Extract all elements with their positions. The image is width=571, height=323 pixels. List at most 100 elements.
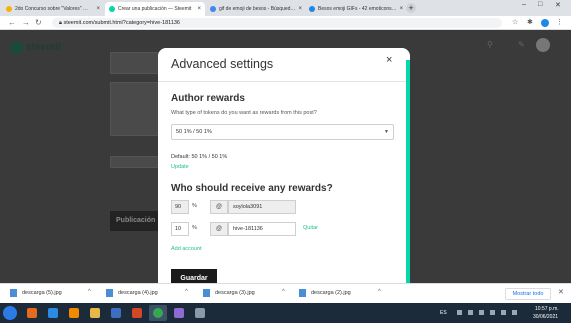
tags-field-background: [110, 156, 160, 168]
downloads-bar: descarga (5).jpg ^ descarga (4).jpg ^ de…: [0, 283, 571, 303]
beneficiary-username-field: soylola3091: [228, 200, 296, 214]
display-icon[interactable]: [512, 310, 517, 315]
close-tab-icon[interactable]: ×: [295, 6, 302, 12]
chevron-up-icon[interactable]: ^: [88, 289, 91, 295]
browser-tab-2[interactable]: Crear una publicación — Steemit ×: [105, 2, 205, 16]
new-tab-icon[interactable]: +: [406, 3, 416, 13]
flag-icon[interactable]: [501, 310, 506, 315]
volume-icon[interactable]: [490, 310, 495, 315]
publish-button: Publicación: [110, 211, 160, 231]
reload-icon[interactable]: ↻: [35, 18, 42, 27]
download-item[interactable]: descarga (4).jpg: [106, 289, 158, 297]
download-file-name: descarga (5).jpg: [22, 290, 62, 296]
at-sign-addon: @: [210, 200, 228, 214]
chrome-icon[interactable]: [149, 305, 167, 321]
chevron-up-icon[interactable]: ^: [378, 289, 381, 295]
tab-title: 2do Concurso sobre "Valores" …: [15, 6, 88, 12]
back-icon[interactable]: ←: [8, 18, 16, 27]
modal-accent-bar: [406, 60, 410, 285]
download-item[interactable]: descarga (3).jpg: [203, 289, 255, 297]
url-text: steemit.com/submit.html?category=hive-18…: [63, 20, 180, 26]
rewards-select[interactable]: 50 1% / 50 1% ▼: [171, 124, 394, 140]
browser-tab-4[interactable]: Besos emoji GIFs - 42 emoticons… ×: [305, 2, 403, 16]
file-explorer-icon[interactable]: [86, 305, 104, 321]
star-icon[interactable]: ☆: [512, 18, 518, 26]
author-rewards-heading: Author rewards: [171, 93, 245, 104]
word-icon[interactable]: [107, 305, 125, 321]
close-tab-icon[interactable]: ×: [93, 6, 100, 12]
tab-title: gif de emoji de besos - Búsqued…: [219, 6, 296, 12]
browser-tab-1[interactable]: 2do Concurso sobre "Valores" … ×: [2, 2, 104, 16]
download-file-name: descarga (4).jpg: [118, 290, 158, 296]
internet-explorer-icon[interactable]: [44, 305, 62, 321]
modal-divider: [158, 81, 410, 82]
language-indicator[interactable]: ES: [440, 310, 447, 316]
update-link[interactable]: Update: [171, 164, 189, 170]
photos-icon[interactable]: [170, 305, 188, 321]
image-file-icon: [106, 289, 113, 297]
tab-favicon-icon: [210, 6, 216, 12]
vlc-icon[interactable]: [65, 305, 83, 321]
close-window-icon[interactable]: ✕: [555, 1, 561, 9]
tray-chevron-icon[interactable]: [457, 310, 462, 315]
browser-toolbar: ← → ↻ 🔒︎ steemit.com/submit.html?categor…: [0, 16, 571, 30]
beneficiary-percent-field: 90: [171, 200, 189, 214]
beneficiary-username-field[interactable]: hive-181136: [228, 222, 296, 236]
media-player-icon[interactable]: [23, 305, 41, 321]
extensions-icon[interactable]: ✱: [527, 18, 533, 26]
add-account-link[interactable]: Add account: [171, 246, 202, 252]
show-all-downloads-button[interactable]: Mostrar todo: [505, 288, 551, 300]
download-item[interactable]: descarga (5).jpg: [10, 289, 62, 297]
forward-icon[interactable]: →: [22, 18, 30, 27]
clock-time[interactable]: 10:57 p.m.: [535, 306, 559, 312]
percent-sign: %: [192, 203, 197, 209]
windows-taskbar: ES 10:57 p.m. 30/06/2021: [0, 303, 571, 323]
logo-text: steemit: [26, 42, 62, 53]
download-file-name: descarga (2).jpg: [311, 290, 351, 296]
image-file-icon: [203, 289, 210, 297]
maximize-icon[interactable]: □: [538, 1, 542, 8]
close-tab-icon[interactable]: ×: [397, 6, 403, 12]
remove-beneficiary-link[interactable]: Quitar: [303, 225, 318, 231]
tab-favicon-icon: [6, 6, 12, 12]
windows-start-icon[interactable]: [3, 306, 17, 320]
pencil-icon: ✎: [518, 40, 525, 49]
chevron-up-icon[interactable]: ^: [282, 289, 285, 295]
download-file-name: descarga (3).jpg: [215, 290, 255, 296]
beneficiaries-heading: Who should receive any rewards?: [171, 183, 333, 194]
powerpoint-icon[interactable]: [128, 305, 146, 321]
body-field-background: [110, 82, 160, 136]
at-sign-addon: @: [210, 222, 228, 236]
steemit-logo-icon: [10, 41, 23, 54]
screen: 2do Concurso sobre "Valores" … × Crear u…: [0, 0, 571, 323]
user-avatar: [536, 38, 550, 52]
clock-date[interactable]: 30/06/2021: [533, 314, 558, 320]
advanced-settings-modal: Advanced settings × Author rewards What …: [158, 48, 410, 288]
close-icon[interactable]: ✕: [558, 288, 564, 296]
address-bar[interactable]: 🔒︎ steemit.com/submit.html?category=hive…: [52, 18, 502, 28]
beneficiary-percent-field[interactable]: 10: [171, 222, 189, 236]
browser-tab-3[interactable]: gif de emoji de besos - Búsqued… ×: [206, 2, 304, 16]
publish-label: Publicación: [116, 217, 156, 224]
rewards-default-text: Default: 50 1% / 50 1%: [171, 154, 228, 160]
app-icon[interactable]: [191, 305, 209, 321]
browser-tab-strip: 2do Concurso sobre "Valores" … × Crear u…: [0, 0, 571, 16]
image-file-icon: [10, 289, 17, 297]
profile-avatar[interactable]: [541, 19, 549, 27]
chevron-up-icon[interactable]: ^: [185, 289, 188, 295]
search-icon: ⚲: [487, 40, 493, 49]
download-item[interactable]: descarga (2).jpg: [299, 289, 351, 297]
tab-title: Besos emoji GIFs - 42 emoticons…: [318, 6, 397, 12]
tab-favicon-icon: [109, 6, 115, 12]
minimize-icon[interactable]: –: [522, 1, 526, 8]
network-icon[interactable]: [468, 310, 473, 315]
menu-icon[interactable]: ⋮: [556, 18, 563, 26]
close-icon[interactable]: ×: [386, 54, 392, 66]
title-field-background: [110, 52, 160, 74]
battery-icon[interactable]: [479, 310, 484, 315]
tab-title: Crear una publicación — Steemit: [118, 6, 192, 12]
modal-title: Advanced settings: [171, 57, 274, 71]
rewards-select-value: 50 1% / 50 1%: [176, 129, 212, 135]
close-tab-icon[interactable]: ×: [194, 6, 201, 12]
image-file-icon: [299, 289, 306, 297]
